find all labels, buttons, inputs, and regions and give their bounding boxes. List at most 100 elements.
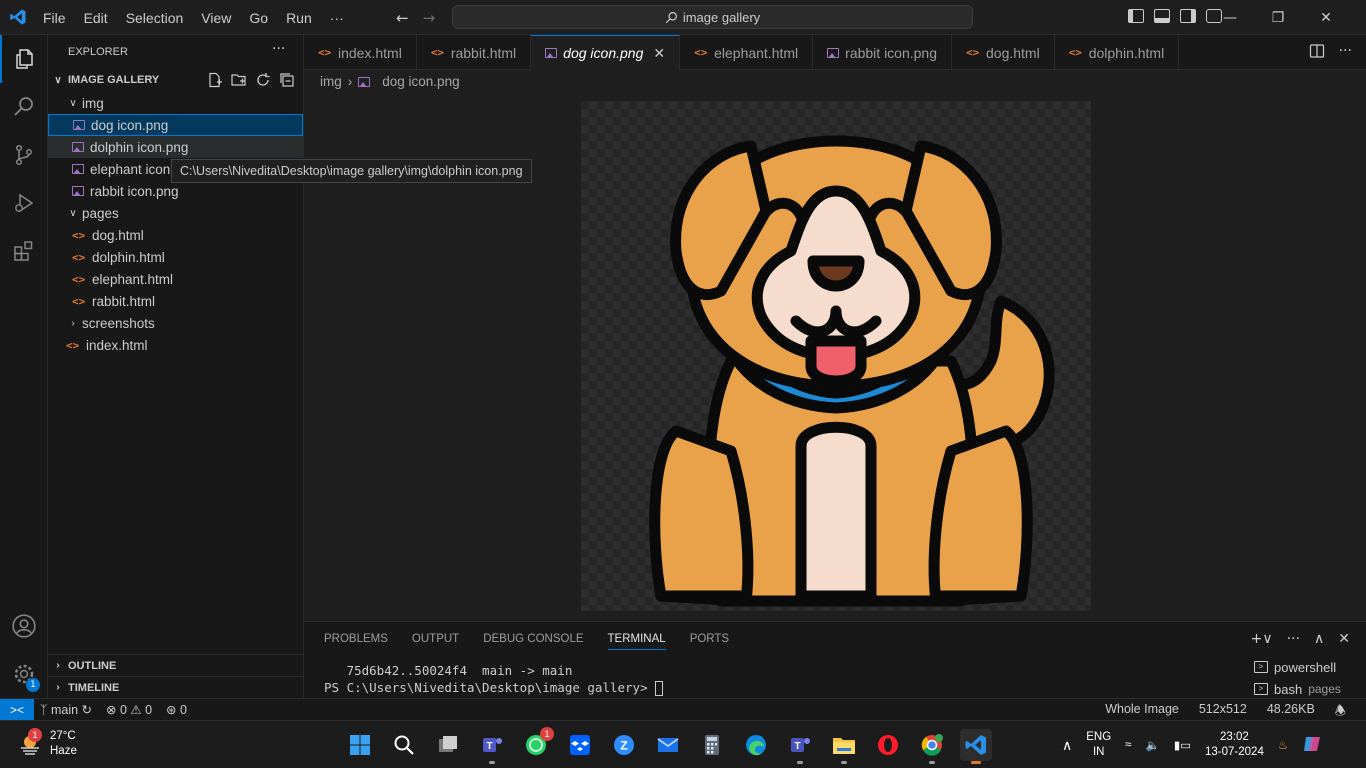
windows-start-icon[interactable]: [344, 729, 376, 761]
editor-tab[interactable]: rabbit icon.png: [813, 35, 952, 70]
close-window-icon[interactable]: ✕: [1302, 0, 1350, 35]
outline-section[interactable]: › OUTLINE: [48, 654, 303, 676]
menu-selection[interactable]: Selection: [117, 10, 193, 26]
accounts-icon[interactable]: [0, 602, 48, 650]
notification-bell-icon[interactable]: ♨: [1278, 738, 1288, 752]
editor-tab[interactable]: <> index.html: [304, 35, 417, 70]
toggle-primary-sidebar-icon[interactable]: [1128, 9, 1144, 23]
tree-file[interactable]: <> dolphin.html: [48, 246, 303, 268]
command-center-search[interactable]: image gallery: [452, 5, 973, 29]
task-view-icon[interactable]: [432, 729, 464, 761]
editor-tab[interactable]: <> dog.html: [952, 35, 1055, 70]
problems-indicator[interactable]: ⊗ 0 ⚠ 0: [106, 702, 152, 717]
terminal-output[interactable]: 75d6b42..50024f4 main -> main PS C:\Users…: [324, 662, 664, 696]
show-hidden-icons-icon[interactable]: ∧: [1062, 737, 1072, 754]
menu-go[interactable]: Go: [240, 10, 277, 26]
manage-gear-icon[interactable]: 1: [0, 650, 48, 698]
branch-indicator[interactable]: ᛉ main ↻: [40, 702, 92, 717]
split-editor-icon[interactable]: [1309, 43, 1325, 59]
toggle-secondary-sidebar-icon[interactable]: [1180, 9, 1196, 23]
zoom-icon[interactable]: Z: [608, 729, 640, 761]
forward-arrow-icon[interactable]: →: [423, 9, 436, 27]
tree-file[interactable]: <> index.html: [48, 334, 303, 356]
panel-tab[interactable]: DEBUG CONSOLE: [483, 633, 583, 650]
weather-widget[interactable]: 1 27°C Haze: [18, 728, 77, 759]
breadcrumb-folder[interactable]: img: [320, 74, 342, 89]
wifi-icon[interactable]: ≈: [1125, 739, 1131, 751]
clock[interactable]: 23:02 13-07-2024: [1205, 730, 1264, 760]
close-panel-icon[interactable]: ✕: [1338, 631, 1350, 647]
maximize-panel-icon[interactable]: ∧: [1314, 631, 1324, 647]
refresh-icon[interactable]: [255, 72, 271, 88]
panel-tab[interactable]: PROBLEMS: [324, 633, 388, 650]
folder-header[interactable]: ∨ IMAGE GALLERY: [48, 69, 303, 91]
menu-more[interactable]: ···: [321, 10, 353, 26]
tab-label: index.html: [338, 44, 402, 61]
menu-edit[interactable]: Edit: [75, 10, 117, 26]
restore-icon[interactable]: ❐: [1254, 0, 1302, 35]
tree-folder[interactable]: ∨ pages: [48, 202, 303, 224]
tree-file[interactable]: <> elephant.html: [48, 268, 303, 290]
tree-folder[interactable]: ∨ img: [48, 92, 303, 114]
editor-tab[interactable]: dog icon.png ✕: [531, 35, 681, 70]
back-arrow-icon[interactable]: ←: [396, 9, 409, 27]
breadcrumb-file[interactable]: dog icon.png: [382, 74, 459, 89]
tree-file[interactable]: <> dog.html: [48, 224, 303, 246]
minimize-icon[interactable]: —: [1206, 0, 1254, 35]
battery-icon[interactable]: ▮▭: [1174, 738, 1191, 752]
ports-indicator[interactable]: ⊛ 0: [166, 702, 187, 717]
new-folder-icon[interactable]: [231, 72, 247, 88]
panel-tab[interactable]: OUTPUT: [412, 633, 459, 650]
calculator-icon[interactable]: [696, 729, 728, 761]
editor-tab[interactable]: <> dolphin.html: [1055, 35, 1180, 70]
new-terminal-icon[interactable]: +∨: [1251, 631, 1273, 647]
panel-tab[interactable]: TERMINAL: [607, 633, 666, 650]
whatsapp-icon[interactable]: 1: [520, 727, 554, 761]
menu-view[interactable]: View: [192, 10, 240, 26]
new-file-icon[interactable]: [207, 72, 223, 88]
tree-item-label: index.html: [86, 337, 148, 353]
tab-more-icon[interactable]: ···: [1339, 43, 1352, 59]
menu-file[interactable]: File: [34, 10, 75, 26]
file-explorer-icon[interactable]: [828, 729, 860, 764]
tree-file[interactable]: rabbit icon.png: [48, 180, 303, 202]
search-activity-icon[interactable]: [0, 83, 48, 131]
mail-icon[interactable]: [652, 729, 684, 761]
collapse-all-icon[interactable]: [279, 72, 295, 88]
html-file-icon: <>: [72, 250, 86, 264]
tree-file[interactable]: dog icon.png: [48, 114, 303, 136]
tree-folder[interactable]: › screenshots: [48, 312, 303, 334]
run-debug-icon[interactable]: [0, 179, 48, 227]
tree-file[interactable]: <> rabbit.html: [48, 290, 303, 312]
terminal-item-powershell[interactable]: > powershell: [1254, 656, 1366, 678]
explorer-more-icon[interactable]: ···: [272, 41, 285, 57]
taskbar-search-icon[interactable]: [388, 729, 420, 761]
teams-work-icon[interactable]: T: [784, 729, 816, 764]
editor-tab[interactable]: <> elephant.html: [680, 35, 814, 70]
toggle-panel-icon[interactable]: [1154, 9, 1170, 23]
dropbox-icon[interactable]: [564, 729, 596, 761]
terminal-item-bash[interactable]: > bash pages: [1254, 678, 1366, 700]
language-indicator[interactable]: ENG IN: [1086, 730, 1111, 760]
chevron-down-icon: ∨: [69, 207, 77, 219]
teams-icon[interactable]: T: [476, 729, 508, 764]
explorer-icon[interactable]: [0, 35, 48, 83]
panel-more-icon[interactable]: ···: [1287, 631, 1300, 647]
source-control-icon[interactable]: [0, 131, 48, 179]
edge-icon[interactable]: [740, 729, 772, 761]
panel-tab[interactable]: PORTS: [690, 633, 729, 650]
tree-file[interactable]: dolphin icon.png: [48, 136, 303, 158]
menu-run[interactable]: Run: [277, 10, 321, 26]
timeline-section[interactable]: › TIMELINE: [48, 676, 303, 698]
opera-icon[interactable]: [872, 729, 904, 761]
remote-icon[interactable]: ><: [0, 699, 34, 721]
vscode-taskbar-icon[interactable]: [960, 729, 992, 764]
extensions-icon[interactable]: [0, 227, 48, 275]
editor-tab[interactable]: <> rabbit.html: [417, 35, 532, 70]
close-tab-icon[interactable]: ✕: [653, 45, 665, 62]
copilot-icon[interactable]: [1302, 733, 1324, 758]
image-canvas[interactable]: [581, 101, 1091, 611]
volume-icon[interactable]: 🔈: [1145, 738, 1159, 752]
vscode-logo-icon[interactable]: [9, 8, 27, 26]
chrome-icon[interactable]: [916, 729, 948, 764]
